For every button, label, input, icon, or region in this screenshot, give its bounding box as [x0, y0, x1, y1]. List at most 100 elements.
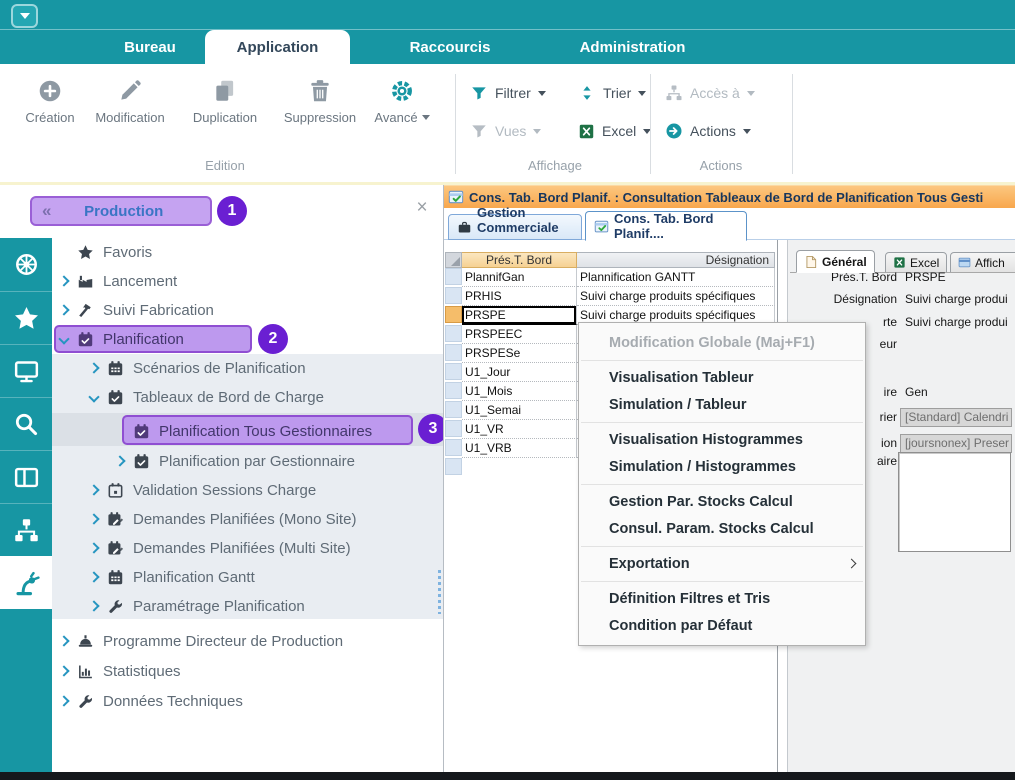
tree-item-parametrage-planification[interactable]: Paramétrage Planification — [52, 593, 443, 619]
row-selector[interactable] — [445, 268, 462, 285]
row-selector[interactable] — [445, 420, 462, 437]
chevron-right-icon[interactable] — [88, 484, 99, 495]
cell-code[interactable]: U1_Mois — [462, 382, 577, 401]
select-all-cell[interactable] — [445, 252, 462, 268]
tree-item-label: Paramétrage Planification — [133, 598, 305, 615]
calendrier-input[interactable]: [Standard] Calendri — [900, 408, 1012, 427]
duplication-button[interactable]: Duplication — [180, 78, 270, 125]
tree-item-statistiques[interactable]: Statistiques — [52, 658, 443, 684]
menu-item-visualisation-tableur[interactable]: Visualisation Tableur — [579, 364, 865, 391]
row-selector[interactable] — [445, 363, 462, 380]
row-selector[interactable] — [445, 287, 462, 304]
tab-bureau[interactable]: Bureau — [95, 30, 205, 64]
tree-item-planification[interactable]: Planification — [52, 326, 443, 352]
cell-code[interactable]: U1_VR — [462, 420, 577, 439]
tree-item-favoris[interactable]: Favoris — [52, 239, 443, 265]
chevron-right-icon[interactable] — [88, 600, 99, 611]
tree-item-demandes-planifiees-mono[interactable]: Demandes Planifiées (Mono Site) — [52, 506, 443, 532]
column-header-designation[interactable]: Désignation — [577, 252, 775, 268]
menu-item-modification-globale[interactable]: Modification Globale (Maj+F1) — [579, 329, 865, 356]
chevron-right-icon[interactable] — [58, 665, 69, 676]
cell-designation[interactable]: Suivi charge produits spécifiques — [577, 287, 775, 306]
cell-code-selected[interactable]: PRSPE — [462, 306, 577, 325]
chevron-right-icon[interactable] — [88, 571, 99, 582]
tree-item-validation-sessions-charge[interactable]: Validation Sessions Charge — [52, 477, 443, 503]
filtrer-button[interactable]: Filtrer — [470, 82, 546, 104]
tab-gestion-commerciale[interactable]: Gestion Commerciale ... — [448, 214, 582, 240]
tree-item-programme-directeur[interactable]: Programme Directeur de Production — [52, 628, 443, 654]
cell-code[interactable]: PRSPESe — [462, 344, 577, 363]
sidebar-item-production[interactable] — [0, 556, 52, 609]
tree-item-lancement[interactable]: Lancement — [52, 268, 443, 294]
row-selector[interactable] — [445, 344, 462, 361]
creation-button[interactable]: Création — [5, 78, 95, 125]
chevron-right-icon[interactable] — [58, 695, 69, 706]
cell-code[interactable]: PRSPEEC — [462, 325, 577, 344]
avance-button[interactable]: Avancé — [362, 78, 442, 125]
tree-item-planification-tous-gestionnaires[interactable]: Planification Tous Gestionnaires — [52, 416, 443, 446]
cell-code[interactable]: PlannifGan — [462, 268, 577, 287]
chevron-right-icon[interactable] — [88, 362, 99, 373]
sidebar-item-desktop[interactable] — [0, 344, 52, 397]
row-selector-selected[interactable] — [445, 306, 462, 323]
tab-application[interactable]: Application — [205, 30, 350, 64]
cell-code[interactable]: PRHIS — [462, 287, 577, 306]
scrollbar[interactable] — [438, 570, 441, 614]
sidebar-item-search[interactable] — [0, 397, 52, 450]
excel-icon — [893, 256, 906, 269]
chevron-right-icon[interactable] — [88, 513, 99, 524]
row-selector[interactable] — [445, 401, 462, 418]
acces-a-button[interactable]: Accès à — [665, 82, 755, 104]
tab-raccourcis[interactable]: Raccourcis — [385, 30, 515, 64]
tree-item-planification-par-gestionnaire[interactable]: Planification par Gestionnaire — [52, 448, 443, 474]
sidebar-item-modules[interactable] — [0, 238, 52, 291]
tree-item-suivi-fabrication[interactable]: Suivi Fabrication — [52, 297, 443, 323]
collapse-chevrons-icon[interactable]: « — [42, 201, 51, 221]
detail-tab-general[interactable]: Général — [796, 250, 875, 273]
suppression-button[interactable]: Suppression — [275, 78, 365, 125]
chevron-right-icon[interactable] — [88, 542, 99, 553]
tab-cons-tab-bord-planif[interactable]: Cons. Tab. Bord Planif.... — [585, 211, 747, 241]
menu-item-consul-param-stocks[interactable]: Consul. Param. Stocks Calcul — [579, 515, 865, 542]
tree-item-tableaux-bord-charge[interactable]: Tableaux de Bord de Charge — [52, 384, 443, 410]
app-logo-button[interactable] — [11, 4, 38, 28]
actions-button[interactable]: Actions — [665, 120, 751, 142]
trier-button[interactable]: Trier — [578, 82, 646, 104]
tree-item-demandes-planifiees-multi[interactable]: Demandes Planifiées (Multi Site) — [52, 535, 443, 561]
cell-code[interactable]: U1_Semai — [462, 401, 577, 420]
chevron-right-icon[interactable] — [58, 635, 69, 646]
row-selector[interactable] — [445, 458, 462, 475]
chevron-right-icon[interactable] — [58, 275, 69, 286]
column-header-code[interactable]: Prés.T. Bord — [462, 252, 577, 268]
menu-item-definition-filtres[interactable]: Définition Filtres et Tris — [579, 585, 865, 612]
menu-item-simulation-tableur[interactable]: Simulation / Tableur — [579, 391, 865, 418]
row-selector[interactable] — [445, 382, 462, 399]
cell-code[interactable]: U1_VRB — [462, 439, 577, 458]
modification-button[interactable]: Modification — [85, 78, 175, 125]
cell-code[interactable]: U1_Jour — [462, 363, 577, 382]
tree-item-planification-gantt[interactable]: Planification Gantt — [52, 564, 443, 590]
tree-item-donnees-techniques[interactable]: Données Techniques — [52, 688, 443, 714]
cell-designation[interactable]: Plannification GANTT — [577, 268, 775, 287]
menu-item-exportation[interactable]: Exportation — [579, 550, 865, 577]
menu-item-visualisation-histogrammes[interactable]: Visualisation Histogrammes — [579, 426, 865, 453]
sidebar-item-windows[interactable] — [0, 450, 52, 503]
chevron-right-icon[interactable] — [58, 304, 69, 315]
chevron-right-icon[interactable] — [114, 455, 125, 466]
vues-button[interactable]: Vues — [470, 120, 541, 142]
row-selector[interactable] — [445, 439, 462, 456]
presentation-input[interactable]: [joursnonex] Preser — [900, 434, 1012, 453]
excel-button[interactable]: Excel — [578, 120, 651, 142]
sidebar-item-favorites[interactable] — [0, 291, 52, 344]
commentaire-textarea[interactable] — [898, 452, 1011, 552]
sidebar-item-hierarchy[interactable] — [0, 503, 52, 556]
menu-item-simulation-histogrammes[interactable]: Simulation / Histogrammes — [579, 453, 865, 480]
chevron-down-icon[interactable] — [88, 391, 99, 402]
production-header-button[interactable]: « Production — [30, 196, 212, 226]
tree-item-scenarios-planification[interactable]: Scénarios de Planification — [52, 355, 443, 381]
menu-item-condition-defaut[interactable]: Condition par Défaut — [579, 612, 865, 639]
row-selector[interactable] — [445, 325, 462, 342]
menu-item-gestion-par-stocks[interactable]: Gestion Par. Stocks Calcul — [579, 488, 865, 515]
tab-administration[interactable]: Administration — [550, 30, 715, 64]
close-icon[interactable]: × — [411, 197, 433, 219]
